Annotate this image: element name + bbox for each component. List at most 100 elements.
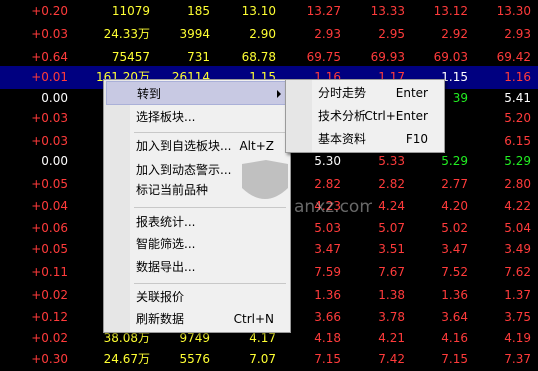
table-cell: 2.93 bbox=[314, 27, 341, 41]
table-cell: 13.30 bbox=[496, 4, 531, 18]
context-menu: 转到 选择板块... 加入到自选板块... Alt+Z 加入到动态警示... 标… bbox=[103, 79, 291, 333]
table-cell: 4.20 bbox=[441, 199, 468, 213]
table-cell: 13.12 bbox=[433, 4, 468, 18]
table-cell: 2.92 bbox=[441, 27, 468, 41]
menu-item-refresh[interactable]: 刷新数据 Ctrl+N bbox=[106, 307, 288, 331]
menu-item-export-data[interactable]: 数据导出... bbox=[106, 255, 288, 279]
table-cell: 2.90 bbox=[249, 27, 276, 41]
menu-item-select-sector-label: 选择板块... bbox=[136, 110, 196, 124]
menu-item-add-custom-shortcut: Alt+Z bbox=[239, 139, 274, 153]
table-cell: 4.22 bbox=[504, 199, 531, 213]
menu-item-related-quote-label: 关联报价 bbox=[136, 290, 185, 304]
submenu-item-fundamentals[interactable]: 基本资料 F10 bbox=[288, 127, 442, 151]
table-cell: +0.20 bbox=[31, 4, 68, 18]
table-cell: +0.01 bbox=[31, 70, 68, 84]
table-row[interactable]: +0.30 24.67万 5576 7.07 7.15 7.42 7.15 7.37 bbox=[0, 348, 538, 371]
submenu-item-fundamentals-label: 基本资料 bbox=[318, 132, 367, 146]
table-cell: 1.38 bbox=[378, 288, 405, 302]
table-cell: 1.37 bbox=[504, 288, 531, 302]
table-cell: 7.15 bbox=[314, 352, 341, 366]
table-cell: 0.00 bbox=[41, 154, 68, 168]
submenu-item-technical-shortcut: Ctrl+Enter bbox=[364, 109, 428, 123]
submenu-item-intraday-shortcut: Enter bbox=[395, 86, 428, 100]
menu-item-mark-current[interactable]: 标记当前品种 bbox=[106, 178, 288, 202]
table-cell: 11079 bbox=[111, 4, 150, 18]
table-cell: 13.33 bbox=[370, 4, 405, 18]
table-cell: +0.11 bbox=[31, 265, 68, 279]
table-cell: 4.24 bbox=[378, 199, 405, 213]
menu-item-goto[interactable]: 转到 bbox=[106, 81, 288, 105]
menu-item-add-custom[interactable]: 加入到自选板块... Alt+Z bbox=[106, 134, 288, 158]
menu-item-goto-label: 转到 bbox=[137, 87, 162, 101]
table-cell: 3994 bbox=[179, 27, 210, 41]
menu-item-report-stats-label: 报表统计... bbox=[136, 215, 196, 229]
table-cell: 13.10 bbox=[241, 4, 276, 18]
table-row[interactable]: +0.03 24.33万 3994 2.90 2.93 2.95 2.92 2.93 bbox=[0, 23, 538, 46]
table-cell: 2.93 bbox=[504, 27, 531, 41]
table-cell: 5.20 bbox=[504, 111, 531, 125]
table-cell: 5.33 bbox=[378, 154, 405, 168]
table-cell: 1.36 bbox=[441, 288, 468, 302]
submenu-item-fundamentals-shortcut: F10 bbox=[405, 132, 428, 146]
submenu-item-technical[interactable]: 技术分析 Ctrl+Enter bbox=[288, 104, 442, 128]
table-cell: 2.95 bbox=[378, 27, 405, 41]
table-cell: +0.12 bbox=[31, 310, 68, 324]
table-cell: 3.78 bbox=[378, 310, 405, 324]
table-cell: 2.80 bbox=[504, 177, 531, 191]
table-cell: 3.49 bbox=[504, 242, 531, 256]
submenu-item-technical-label: 技术分析 bbox=[318, 109, 367, 123]
menu-item-refresh-label: 刷新数据 bbox=[136, 312, 185, 326]
table-cell: 1.16 bbox=[504, 70, 531, 84]
table-row[interactable]: +0.20 11079 185 13.10 13.27 13.33 13.12 13.30 bbox=[0, 0, 538, 23]
goto-submenu: 分时走势 Enter 技术分析 Ctrl+Enter 基本资料 F10 bbox=[285, 79, 445, 153]
table-cell: 7.07 bbox=[249, 352, 276, 366]
menu-item-report-stats[interactable]: 报表统计... bbox=[106, 210, 288, 234]
table-cell: +0.02 bbox=[31, 288, 68, 302]
menu-item-smart-filter[interactable]: 智能筛选... bbox=[106, 232, 288, 256]
menu-item-export-data-label: 数据导出... bbox=[136, 260, 196, 274]
table-cell: 185 bbox=[187, 4, 210, 18]
menu-item-add-custom-label: 加入到自选板块... bbox=[136, 139, 232, 153]
table-cell: +0.03 bbox=[31, 27, 68, 41]
table-cell: 2.82 bbox=[378, 177, 405, 191]
menu-item-refresh-shortcut: Ctrl+N bbox=[233, 312, 274, 326]
table-cell: 7.15 bbox=[441, 352, 468, 366]
submenu-item-intraday-label: 分时走势 bbox=[318, 86, 367, 100]
table-cell: 3.75 bbox=[504, 310, 531, 324]
menu-item-select-sector[interactable]: 选择板块... bbox=[106, 105, 288, 129]
submenu-arrow-icon bbox=[277, 90, 281, 98]
table-cell: +0.05 bbox=[31, 242, 68, 256]
table-cell: +0.06 bbox=[31, 221, 68, 235]
menu-item-mark-current-label: 标记当前品种 bbox=[136, 183, 209, 197]
table-cell: 7.37 bbox=[504, 352, 531, 366]
submenu-item-intraday[interactable]: 分时走势 Enter bbox=[288, 81, 442, 105]
table-cell: +0.03 bbox=[31, 111, 68, 125]
table-cell: 7.62 bbox=[504, 265, 531, 279]
table-cell: 24.67万 bbox=[103, 352, 150, 366]
table-cell: +0.02 bbox=[31, 331, 68, 345]
table-cell: 5.02 bbox=[441, 221, 468, 235]
table-cell: 3.47 bbox=[441, 242, 468, 256]
table-cell: 7.42 bbox=[378, 352, 405, 366]
table-cell: 5.29 bbox=[504, 154, 531, 168]
table-cell: 4.21 bbox=[378, 331, 405, 345]
menu-separator bbox=[134, 283, 286, 284]
table-cell: +0.30 bbox=[31, 352, 68, 366]
table-cell: 7.52 bbox=[441, 265, 468, 279]
menu-separator bbox=[134, 132, 286, 133]
table-cell: 5576 bbox=[179, 352, 210, 366]
table-cell: 4.19 bbox=[504, 331, 531, 345]
table-cell: 5.07 bbox=[378, 221, 405, 235]
table-cell: 3.51 bbox=[378, 242, 405, 256]
table-cell: +0.05 bbox=[31, 177, 68, 191]
table-cell: 5.04 bbox=[504, 221, 531, 235]
table-cell: 13.27 bbox=[306, 4, 341, 18]
menu-separator bbox=[134, 207, 286, 208]
table-cell: 24.33万 bbox=[103, 27, 150, 41]
table-cell: +0.04 bbox=[31, 199, 68, 213]
table-cell: 2.77 bbox=[441, 177, 468, 191]
table-cell: 7.67 bbox=[378, 265, 405, 279]
menu-item-related-quote[interactable]: 关联报价 bbox=[106, 285, 288, 309]
table-cell: 5.29 bbox=[441, 154, 468, 168]
menu-item-smart-filter-label: 智能筛选... bbox=[136, 237, 196, 251]
